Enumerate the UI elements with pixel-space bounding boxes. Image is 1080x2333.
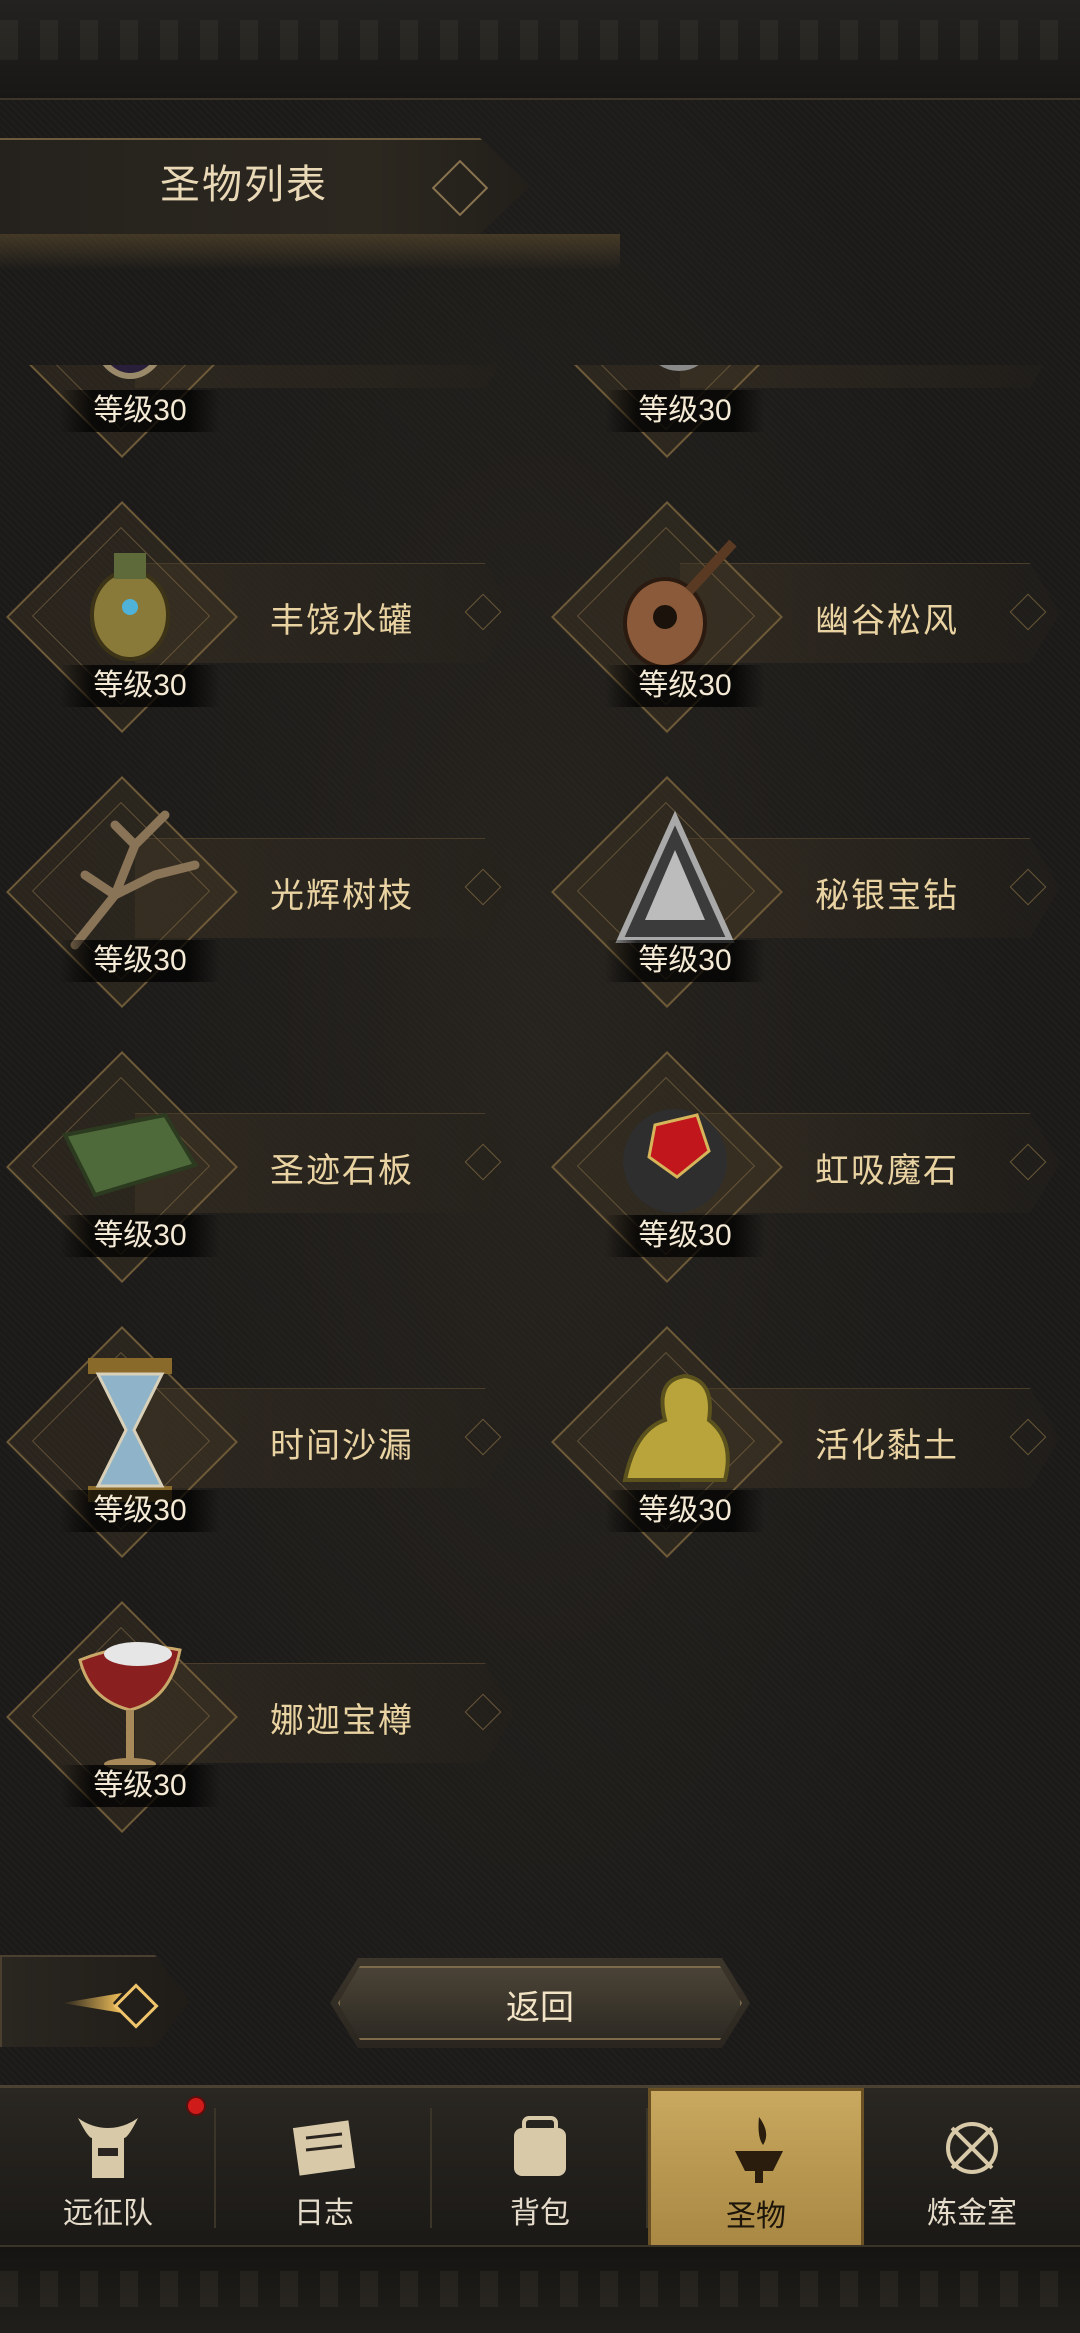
hourglass-icon — [55, 1355, 205, 1505]
relic-level: 等级30 — [60, 665, 220, 707]
relic-level: 等级30 — [60, 940, 220, 982]
scroll-icon — [284, 2108, 364, 2188]
top-ornament — [0, 20, 1080, 60]
relic-item[interactable]: 光辉树枝 等级30 — [0, 776, 530, 1008]
relic-level: 等级30 — [60, 1490, 220, 1532]
relic-item[interactable]: 虹吸魔石 等级30 — [545, 1051, 1075, 1283]
tab-label: 日志 — [294, 2197, 354, 2230]
relic-name: 活化黏土 — [815, 1427, 959, 1465]
helmet-icon — [68, 2108, 148, 2188]
clay-icon — [600, 1355, 750, 1505]
jar-icon — [55, 530, 205, 680]
relic-name: 命运镣铐 — [815, 365, 959, 367]
page-title: 圣物列表 — [160, 163, 328, 207]
title-rip-decoration — [0, 234, 620, 270]
tab-scroll[interactable]: 日志 — [216, 2088, 432, 2248]
relic-level: 等级30 — [605, 1215, 765, 1257]
notification-badge — [186, 2096, 206, 2116]
relic-item[interactable]: 命运镣铐 等级30 — [545, 365, 1075, 458]
relic-item[interactable]: 捕光之镜 等级30 — [0, 365, 530, 458]
relic-level: 等级30 — [60, 1215, 220, 1257]
relic-item[interactable]: 娜迦宝樽 等级30 — [0, 1601, 530, 1833]
relic-level: 等级30 — [60, 390, 220, 432]
relic-item[interactable]: 圣迹石板 等级30 — [0, 1051, 530, 1283]
relic-name: 娜迦宝樽 — [270, 1702, 414, 1740]
relic-item[interactable]: 幽谷松风 等级30 — [545, 501, 1075, 733]
lute-icon — [600, 530, 750, 680]
relic-level: 等级30 — [60, 1765, 220, 1807]
relic-level: 等级30 — [605, 940, 765, 982]
red-gem-icon — [600, 1080, 750, 1230]
tab-bag[interactable]: 背包 — [432, 2088, 648, 2248]
relic-name: 幽谷松风 — [815, 602, 959, 640]
alchemy-icon — [932, 2108, 1012, 2188]
banner-diamond — [431, 159, 489, 217]
diamond-icon — [113, 1983, 159, 2029]
branch-icon — [55, 805, 205, 955]
tab-helmet[interactable]: 远征队 — [0, 2088, 216, 2248]
goblet-icon — [55, 1630, 205, 1780]
relic-item[interactable]: 秘银宝钻 等级30 — [545, 776, 1075, 1008]
arrow-left-icon — [62, 1993, 122, 2013]
relic-level: 等级30 — [605, 1490, 765, 1532]
relic-name: 圣迹石板 — [270, 1152, 414, 1190]
relic-item[interactable]: 时间沙漏 等级30 — [0, 1326, 530, 1558]
tab-alchemy[interactable]: 炼金室 — [864, 2088, 1080, 2248]
bag-icon — [500, 2108, 580, 2188]
bottom-ornament — [0, 2271, 1080, 2307]
relic-item[interactable]: 活化黏土 等级30 — [545, 1326, 1075, 1558]
brazier-icon — [719, 2111, 799, 2191]
top-border — [0, 0, 1080, 100]
bottom-tab-bar: 远征队 日志 背包 圣物 炼金室 — [0, 2085, 1080, 2248]
tab-brazier[interactable]: 圣物 — [648, 2088, 864, 2248]
relic-name: 秘银宝钻 — [815, 877, 959, 915]
relic-name: 虹吸魔石 — [815, 1152, 959, 1190]
relic-name: 捕光之镜 — [270, 365, 414, 367]
bottom-border — [0, 2245, 1080, 2333]
relic-list[interactable]: 捕光之镜 等级30 命运镣铐 等级30 丰饶水罐 等级30 幽谷松风 等级30 … — [0, 365, 1080, 1880]
relic-name: 时间沙漏 — [270, 1427, 414, 1465]
stone-tablet-icon — [55, 1080, 205, 1230]
pyramid-icon — [600, 805, 750, 955]
tab-label: 炼金室 — [927, 2197, 1017, 2230]
tab-label: 背包 — [510, 2197, 570, 2230]
tab-label: 远征队 — [63, 2197, 153, 2230]
relic-level: 等级30 — [605, 665, 765, 707]
relic-level: 等级30 — [605, 390, 765, 432]
return-button-label: 返回 — [506, 1989, 574, 2027]
relic-name: 光辉树枝 — [270, 877, 414, 915]
return-button[interactable]: 返回 — [330, 1958, 750, 2048]
tab-label: 圣物 — [726, 2200, 786, 2233]
relic-item[interactable]: 丰饶水罐 等级30 — [0, 501, 530, 733]
relic-name: 丰饶水罐 — [270, 602, 414, 640]
